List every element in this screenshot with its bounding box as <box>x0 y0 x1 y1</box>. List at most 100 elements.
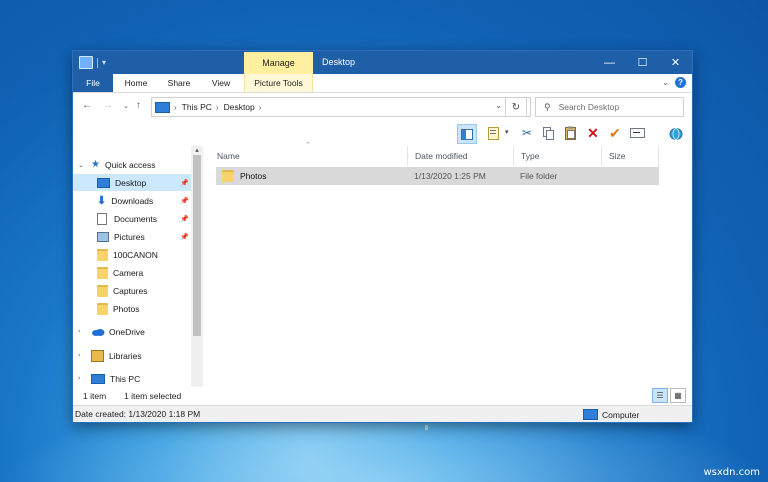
tree-item-label: Desktop <box>115 177 147 188</box>
column-size[interactable]: Size <box>602 146 659 166</box>
ribbon-tabs: File Home Share View Picture Tools ⌄ ? <box>73 74 692 93</box>
navigation-pane: ⌄ ★ Quick access Desktop 📌 ⬇ Downloads 📌… <box>73 146 203 405</box>
checkmark-icon: ✔ <box>609 124 621 141</box>
ribbon-right-controls: ⌄ ? <box>662 77 686 88</box>
refresh-button[interactable]: ↻ <box>505 97 527 117</box>
explorer-window: ▾ Manage Desktop — ☐ ✕ File Home Share V… <box>73 51 692 422</box>
close-button[interactable]: ✕ <box>659 51 692 74</box>
qat-customize-icon[interactable]: ▾ <box>102 58 106 67</box>
this-pc-icon <box>155 101 170 113</box>
table-row[interactable]: Photos 1/13/2020 1:25 PM File folder <box>216 167 659 185</box>
file-type: File folder <box>520 171 558 181</box>
pin-icon[interactable]: 📌 <box>180 215 189 223</box>
tree-item-onedrive[interactable]: › OneDrive <box>73 323 191 340</box>
forward-arrow-icon[interactable]: → <box>103 100 113 111</box>
recent-locations-icon[interactable]: ⌄ <box>123 102 129 110</box>
tab-manage[interactable]: Manage <box>244 52 313 74</box>
tree-item-downloads[interactable]: ⬇ Downloads 📌 <box>73 192 191 209</box>
qat-separator <box>97 57 98 68</box>
crumb-separator-icon[interactable]: › <box>259 103 262 112</box>
expand-chevron-icon[interactable]: › <box>78 375 80 382</box>
rename-icon <box>629 128 645 138</box>
shell-button[interactable] <box>667 124 685 142</box>
desktop-artifact <box>425 425 428 430</box>
column-name[interactable]: Name <box>210 146 408 166</box>
folder-icon <box>97 302 108 315</box>
tree-item-libraries[interactable]: › Libraries <box>73 347 191 364</box>
search-box[interactable]: ⚲ <box>535 97 684 117</box>
select-button[interactable]: ✔ <box>606 124 624 142</box>
tab-file[interactable]: File <box>73 74 113 92</box>
tree-item-label: Quick access <box>104 159 156 170</box>
pin-icon[interactable]: 📌 <box>180 179 189 187</box>
status-bar: 1 item 1 item selected ☰ ▦ <box>73 387 692 404</box>
copy-button[interactable] <box>540 124 558 142</box>
large-icons-view-button[interactable]: ▦ <box>670 388 686 403</box>
cut-button[interactable]: ✂ <box>518 124 536 142</box>
delete-button[interactable]: ✕ <box>584 124 602 142</box>
properties-button[interactable] <box>485 124 503 142</box>
scroll-up-icon[interactable]: ▴ <box>191 146 203 154</box>
expand-chevron-icon[interactable]: › <box>78 352 80 359</box>
tree-item-photos[interactable]: Photos <box>73 300 191 317</box>
tab-home[interactable]: Home <box>117 74 155 92</box>
tree-item-quick-access[interactable]: ⌄ ★ Quick access <box>73 156 191 173</box>
explorer-app-icon[interactable] <box>79 56 93 69</box>
expand-chevron-icon[interactable]: › <box>78 328 80 335</box>
tree-item-camera[interactable]: Camera <box>73 264 191 281</box>
paste-button[interactable] <box>562 124 580 142</box>
tree-item-desktop[interactable]: Desktop 📌 <box>73 174 191 191</box>
tab-share[interactable]: Share <box>159 74 199 92</box>
preview-pane-button[interactable] <box>457 124 477 144</box>
location-indicator: Computer <box>583 409 639 420</box>
window-title: Desktop <box>322 57 356 67</box>
maximize-button[interactable]: ☐ <box>626 51 659 74</box>
title-bar[interactable]: ▾ Manage Desktop — ☐ ✕ <box>73 51 692 74</box>
tree-item-captures[interactable]: Captures <box>73 282 191 299</box>
item-count: 1 item <box>83 391 107 401</box>
preview-pane-icon <box>461 128 473 140</box>
tree-item-this-pc[interactable]: › This PC <box>73 370 191 387</box>
desktop-icon <box>97 177 110 188</box>
help-icon[interactable]: ? <box>675 77 686 88</box>
file-name-cell: Photos <box>222 167 266 185</box>
tree-item-100canon[interactable]: 100CANON <box>73 246 191 263</box>
details-view-button[interactable]: ☰ <box>652 388 668 403</box>
nav-pane-scrollbar[interactable]: ▴ ⌄ <box>191 146 203 392</box>
tab-view[interactable]: View <box>203 74 239 92</box>
pin-icon[interactable]: 📌 <box>180 233 189 241</box>
address-bar[interactable]: › This PC › Desktop › ⌄ <box>151 97 531 117</box>
crumb-separator-icon[interactable]: › <box>216 103 219 112</box>
tab-picture-tools[interactable]: Picture Tools <box>244 74 313 92</box>
rename-button[interactable] <box>628 124 646 142</box>
tree-item-label: Downloads <box>111 195 154 206</box>
tree-item-pictures[interactable]: Pictures 📌 <box>73 228 191 245</box>
tree-item-label: Pictures <box>114 231 145 242</box>
pin-icon[interactable]: 📌 <box>180 197 189 205</box>
scrollbar-thumb[interactable] <box>193 155 201 336</box>
file-date: 1/13/2020 1:25 PM <box>414 171 486 181</box>
cloud-icon <box>92 328 105 336</box>
globe-shell-icon <box>669 127 683 140</box>
refresh-icon: ↻ <box>511 101 521 113</box>
breadcrumb-desktop[interactable]: Desktop <box>224 102 255 112</box>
ribbon-expand-icon[interactable]: ⌄ <box>662 78 669 87</box>
crumb-separator-icon[interactable]: › <box>174 103 177 112</box>
column-type[interactable]: Type <box>514 146 602 166</box>
tree-item-label: 100CANON <box>113 249 158 260</box>
back-arrow-icon[interactable]: ← <box>82 100 92 111</box>
tree-item-documents[interactable]: Documents 📌 <box>73 210 191 227</box>
address-dropdown-icon[interactable]: ⌄ <box>495 101 502 110</box>
collapse-chevron-icon[interactable]: ⌄ <box>78 161 84 169</box>
search-input[interactable] <box>556 101 671 113</box>
up-arrow-icon[interactable]: ↑ <box>136 100 141 111</box>
column-date-modified[interactable]: Date modified <box>408 146 514 166</box>
properties-dropdown-icon[interactable]: ▾ <box>505 128 509 136</box>
tree-item-label: Photos <box>113 303 140 314</box>
folder-icon <box>97 266 108 279</box>
tree-item-label: OneDrive <box>109 326 145 337</box>
paste-icon <box>565 126 576 140</box>
minimize-button[interactable]: — <box>593 51 626 74</box>
breadcrumb-this-pc[interactable]: This PC <box>182 102 212 112</box>
tree-item-label: This PC <box>110 373 141 384</box>
